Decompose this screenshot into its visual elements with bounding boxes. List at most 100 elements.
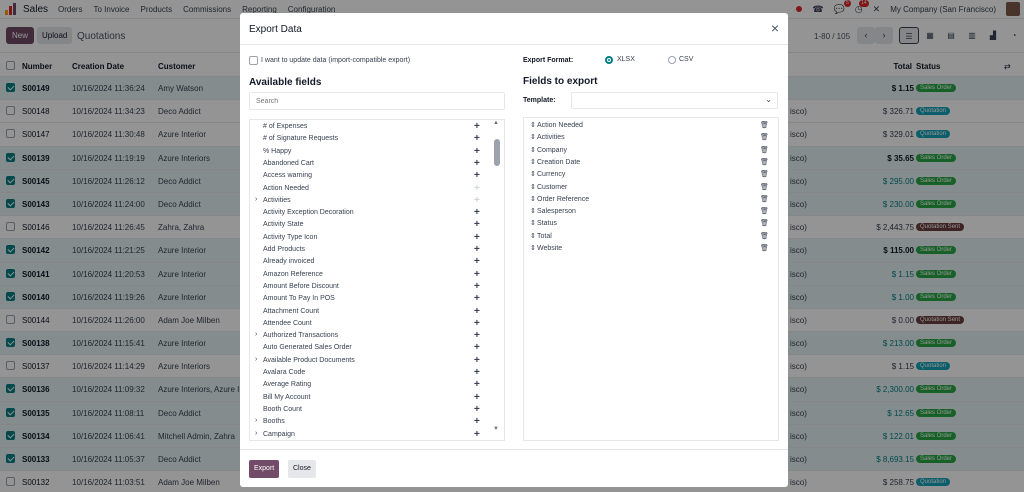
trash-icon[interactable]: 🗑 <box>760 244 769 252</box>
available-field-item[interactable]: › Booths + <box>250 416 494 428</box>
drag-handle-icon[interactable]: ⇕ <box>530 133 536 141</box>
available-field-item[interactable]: Avalara Code + <box>250 367 494 379</box>
add-field-icon[interactable]: + <box>474 306 480 317</box>
trash-icon[interactable]: 🗑 <box>760 158 769 166</box>
add-field-icon[interactable]: + <box>474 293 480 304</box>
drag-handle-icon[interactable]: ⇕ <box>530 183 536 191</box>
add-field-icon[interactable]: + <box>474 183 480 194</box>
add-field-icon[interactable]: + <box>474 133 480 144</box>
available-field-item[interactable]: Activity Type Icon + <box>250 232 494 244</box>
add-field-icon[interactable]: + <box>474 330 480 341</box>
available-field-item[interactable]: # of Signature Requests + <box>250 133 494 145</box>
add-field-icon[interactable]: + <box>474 269 480 280</box>
close-button[interactable]: Close <box>288 460 316 478</box>
available-field-item[interactable]: # of Expenses + <box>250 121 494 133</box>
add-field-icon[interactable]: + <box>474 367 480 378</box>
drag-handle-icon[interactable]: ⇕ <box>530 219 536 227</box>
drag-handle-icon[interactable]: ⇕ <box>530 146 536 154</box>
chevron-right-icon[interactable]: › <box>255 356 257 363</box>
trash-icon[interactable]: 🗑 <box>760 170 769 178</box>
add-field-icon[interactable]: + <box>474 355 480 366</box>
available-field-item[interactable]: › Authorized Transactions + <box>250 330 494 342</box>
drag-handle-icon[interactable]: ⇕ <box>530 121 536 129</box>
available-field-item[interactable]: Access warning + <box>250 170 494 182</box>
add-field-icon[interactable]: + <box>474 256 480 267</box>
field-search-input[interactable] <box>249 92 505 110</box>
drag-handle-icon[interactable]: ⇕ <box>530 232 536 240</box>
available-field-item[interactable]: Already invoiced + <box>250 256 494 268</box>
trash-icon[interactable]: 🗑 <box>760 219 769 227</box>
available-field-item[interactable]: Add Products + <box>250 244 494 256</box>
export-button[interactable]: Export <box>249 460 280 478</box>
available-field-item[interactable]: Action Needed + <box>250 183 494 195</box>
export-field-item[interactable]: ⇕ Creation Date 🗑 <box>524 157 778 169</box>
xlsx-label[interactable]: XLSX <box>617 56 635 63</box>
add-field-icon[interactable]: + <box>474 121 480 132</box>
drag-handle-icon[interactable]: ⇕ <box>530 207 536 215</box>
available-field-item[interactable]: Auto Generated Sales Order + <box>250 342 494 354</box>
available-field-item[interactable]: Activity State + <box>250 219 494 231</box>
available-field-item[interactable]: Booth Count + <box>250 404 494 416</box>
drag-handle-icon[interactable]: ⇕ <box>530 170 536 178</box>
scroll-up-icon[interactable]: ▲ <box>493 120 499 126</box>
add-field-icon[interactable]: + <box>474 281 480 292</box>
add-field-icon[interactable]: + <box>474 244 480 255</box>
available-field-item[interactable]: Attendee Count + <box>250 318 494 330</box>
import-compatible-checkbox[interactable] <box>249 56 258 65</box>
fields-scrollbar[interactable] <box>494 139 500 166</box>
trash-icon[interactable]: 🗑 <box>760 207 769 215</box>
available-field-item[interactable]: Abandoned Cart + <box>250 158 494 170</box>
export-field-item[interactable]: ⇕ Activities 🗑 <box>524 132 778 144</box>
available-field-item[interactable]: Amount Before Discount + <box>250 281 494 293</box>
add-field-icon[interactable]: + <box>474 429 480 440</box>
export-field-item[interactable]: ⇕ Salesperson 🗑 <box>524 206 778 218</box>
available-field-item[interactable]: Attachment Count + <box>250 306 494 318</box>
add-field-icon[interactable]: + <box>474 342 480 353</box>
available-field-item[interactable]: Amount To Pay In POS + <box>250 293 494 305</box>
available-field-item[interactable]: Activity Exception Decoration + <box>250 207 494 219</box>
export-field-item[interactable]: ⇕ Total 🗑 <box>524 231 778 243</box>
drag-handle-icon[interactable]: ⇕ <box>530 158 536 166</box>
available-field-item[interactable]: Average Rating + <box>250 379 494 391</box>
trash-icon[interactable]: 🗑 <box>760 121 769 129</box>
export-field-item[interactable]: ⇕ Currency 🗑 <box>524 169 778 181</box>
available-field-item[interactable]: Amazon Reference + <box>250 269 494 281</box>
add-field-icon[interactable]: + <box>474 392 480 403</box>
drag-handle-icon[interactable]: ⇕ <box>530 244 536 252</box>
template-select[interactable]: ⌄ <box>571 92 778 109</box>
chevron-right-icon[interactable]: › <box>255 196 257 203</box>
add-field-icon[interactable]: + <box>474 379 480 390</box>
export-field-item[interactable]: ⇕ Customer 🗑 <box>524 182 778 194</box>
trash-icon[interactable]: 🗑 <box>760 146 769 154</box>
export-field-item[interactable]: ⇕ Company 🗑 <box>524 145 778 157</box>
csv-radio[interactable] <box>668 56 676 64</box>
available-field-item[interactable]: › Activities + <box>250 195 494 207</box>
xlsx-radio[interactable] <box>605 56 613 64</box>
export-field-item[interactable]: ⇕ Status 🗑 <box>524 218 778 230</box>
add-field-icon[interactable]: + <box>474 404 480 415</box>
scroll-down-icon[interactable]: ▼ <box>493 426 499 432</box>
add-field-icon[interactable]: + <box>474 232 480 243</box>
add-field-icon[interactable]: + <box>474 170 480 181</box>
available-field-item[interactable]: Bill My Account + <box>250 392 494 404</box>
add-field-icon[interactable]: + <box>474 318 480 329</box>
available-field-item[interactable]: › Campaign + <box>250 429 494 441</box>
available-field-item[interactable]: › Available Product Documents + <box>250 355 494 367</box>
chevron-right-icon[interactable]: › <box>255 417 257 424</box>
drag-handle-icon[interactable]: ⇕ <box>530 195 536 203</box>
add-field-icon[interactable]: + <box>474 416 480 427</box>
close-icon[interactable]: × <box>771 20 779 36</box>
export-field-item[interactable]: ⇕ Action Needed 🗑 <box>524 120 778 132</box>
add-field-icon[interactable]: + <box>474 219 480 230</box>
trash-icon[interactable]: 🗑 <box>760 183 769 191</box>
export-field-item[interactable]: ⇕ Order Reference 🗑 <box>524 194 778 206</box>
chevron-right-icon[interactable]: › <box>255 430 257 437</box>
export-field-item[interactable]: ⇕ Website 🗑 <box>524 243 778 255</box>
import-compatible-label[interactable]: I want to update data (import-compatible… <box>261 57 410 64</box>
add-field-icon[interactable]: + <box>474 146 480 157</box>
csv-label[interactable]: CSV <box>679 56 693 63</box>
available-field-item[interactable]: % Happy + <box>250 146 494 158</box>
add-field-icon[interactable]: + <box>474 158 480 169</box>
chevron-right-icon[interactable]: › <box>255 331 257 338</box>
add-field-icon[interactable]: + <box>474 207 480 218</box>
